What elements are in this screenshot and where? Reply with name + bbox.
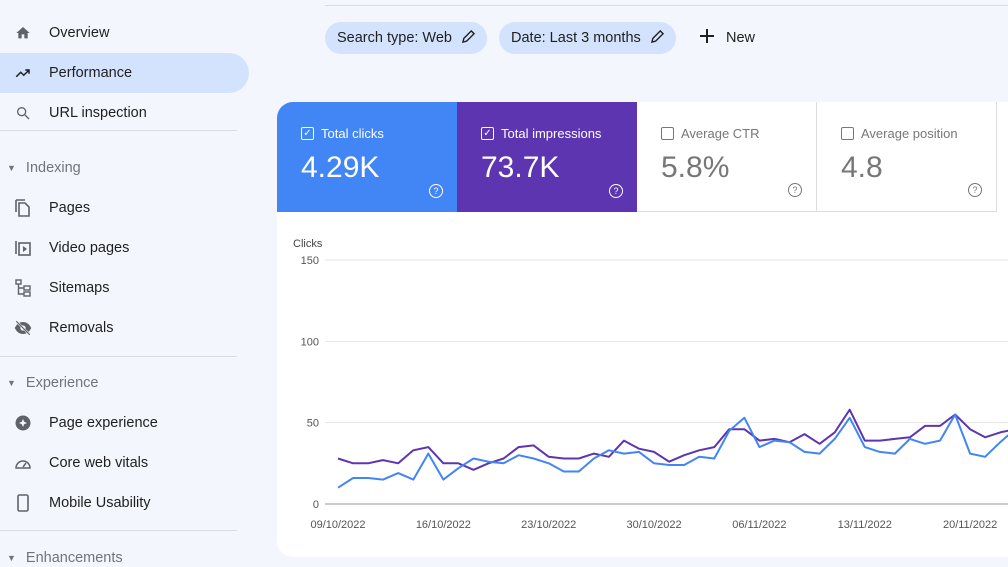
gauge-icon: [14, 454, 32, 472]
page-experience-icon: [14, 414, 32, 432]
search-icon: [14, 104, 32, 122]
section-experience[interactable]: ▼ Experience: [0, 375, 249, 391]
checkbox-icon[interactable]: [841, 127, 854, 140]
phone-icon: [14, 494, 32, 512]
section-indexing[interactable]: ▼ Indexing: [0, 160, 249, 176]
checkbox-checked-icon[interactable]: ✓: [481, 127, 494, 140]
caret-down-icon: ▼: [7, 553, 16, 563]
caret-down-icon: ▼: [7, 163, 16, 173]
pages-icon: [14, 199, 32, 217]
sidebar-item-overview[interactable]: Overview: [0, 13, 249, 53]
metric-card-average-ctr[interactable]: Average CTR 5.8%?: [637, 102, 817, 212]
metric-card-total-clicks[interactable]: ✓ Total clicks 4.29K?: [277, 102, 457, 212]
sidebar-item-removals[interactable]: Removals: [0, 308, 249, 348]
search-type-filter-chip[interactable]: Search type: Web: [325, 22, 487, 54]
edit-icon: [461, 29, 476, 47]
edit-icon: [650, 29, 664, 47]
sidebar-item-pages[interactable]: Pages: [0, 188, 249, 228]
home-icon: [14, 24, 32, 42]
sidebar-item-sitemaps[interactable]: Sitemaps: [0, 268, 249, 308]
sidebar-item-mobile-usability[interactable]: Mobile Usability: [0, 483, 249, 523]
metric-card-average-position[interactable]: Average position 4.8?: [817, 102, 997, 212]
sitemap-icon: [14, 279, 32, 297]
checkbox-checked-icon[interactable]: ✓: [301, 127, 314, 140]
help-icon[interactable]: ?: [609, 184, 623, 198]
divider: [0, 530, 237, 531]
performance-panel: ✓ Total clicks 4.29K? ✓ Total impressions 73…: [277, 102, 1008, 557]
divider: [0, 356, 237, 357]
eye-off-icon: [14, 319, 32, 337]
section-enhancements[interactable]: ▼ Enhancements: [0, 550, 249, 566]
help-icon[interactable]: ?: [429, 184, 443, 198]
metric-card-total-impressions[interactable]: ✓ Total impressions 73.7K?: [457, 102, 637, 212]
divider: [0, 130, 237, 131]
sidebar-item-url-inspection[interactable]: URL inspection: [0, 93, 249, 133]
checkbox-icon[interactable]: [661, 127, 674, 140]
divider: [325, 5, 1008, 6]
plus-icon: [698, 27, 716, 49]
video-pages-icon: [14, 239, 32, 257]
sidebar-item-core-web-vitals[interactable]: Core web vitals: [0, 443, 249, 483]
help-icon[interactable]: ?: [968, 183, 982, 197]
sidebar-item-performance[interactable]: Performance: [0, 53, 249, 93]
new-filter-button[interactable]: New: [698, 22, 755, 54]
sidebar-item-page-experience[interactable]: Page experience: [0, 403, 249, 443]
sidebar-item-video-pages[interactable]: Video pages: [0, 228, 249, 268]
help-icon[interactable]: ?: [788, 183, 802, 197]
caret-down-icon: ▼: [7, 378, 16, 388]
date-filter-chip[interactable]: Date: Last 3 months: [499, 22, 676, 54]
trending-up-icon: [14, 64, 32, 82]
sidebar: Overview Performance URL inspection ▼ Ind…: [0, 0, 265, 567]
